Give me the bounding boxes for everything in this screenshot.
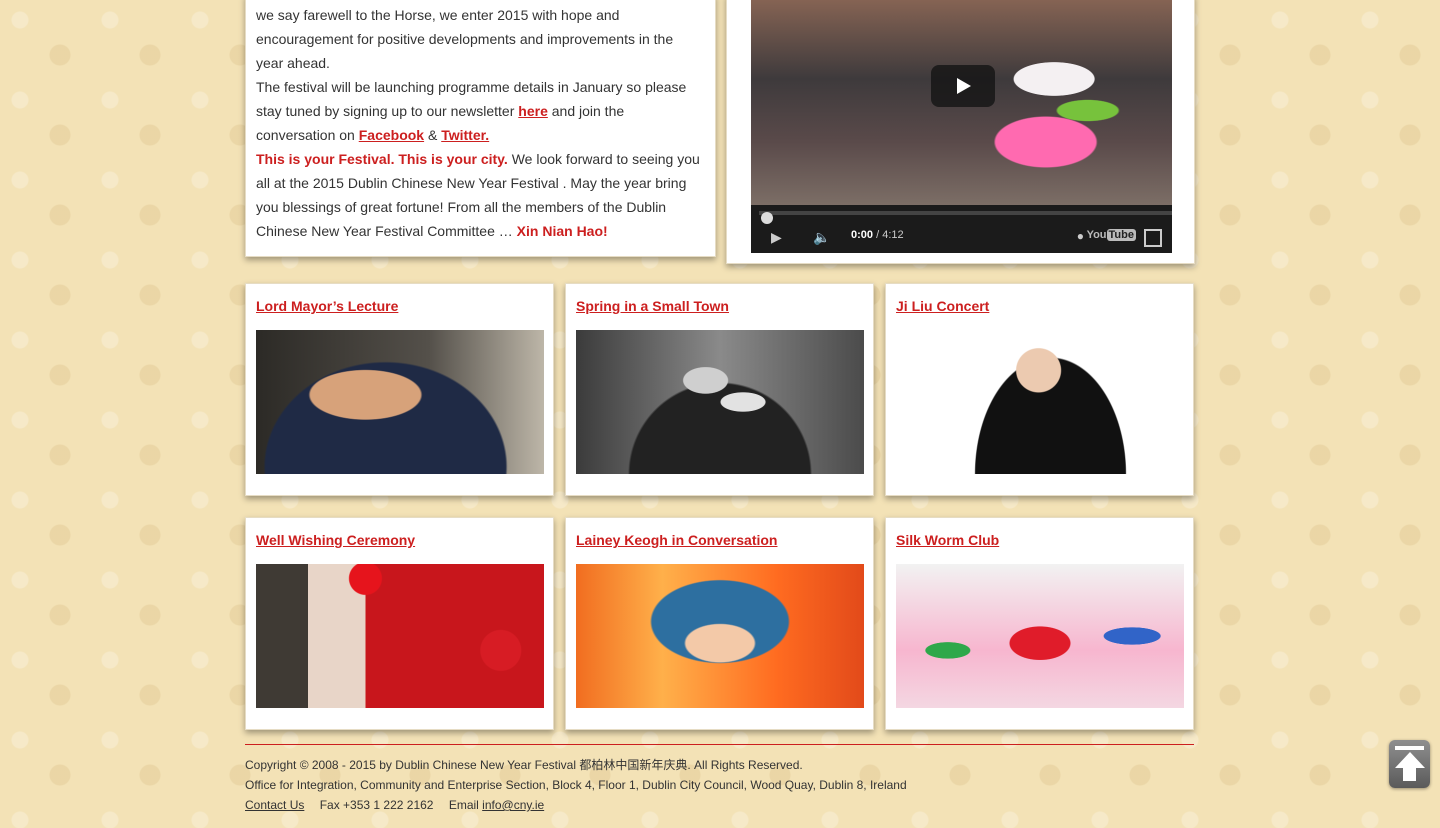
intro-line: conversation on Facebook & Twitter. (256, 123, 706, 147)
current-time: 0:00 (851, 229, 874, 241)
event-image[interactable] (256, 330, 544, 474)
office-address: Office for Integration, Community and En… (245, 778, 907, 792)
fullscreen-icon[interactable] (1144, 229, 1162, 247)
intro-text-segment: We look forward to seeing you (507, 151, 700, 167)
watch-later-icon[interactable]: ● (1077, 229, 1084, 243)
newsletter-link[interactable]: here (518, 103, 548, 119)
festival-highlight: This is your Festival. This is your city… (256, 151, 508, 167)
intro-line: stay tuned by signing up to our newslett… (256, 99, 706, 123)
intro-line: encouragement for positive developments … (256, 31, 674, 47)
event-image[interactable] (896, 330, 1184, 474)
video-panel: ▶ 🔈 0:00 / 4:12 ● You Tube (726, 0, 1195, 264)
youtube-logo[interactable]: You Tube (1087, 229, 1136, 241)
event-image[interactable] (256, 564, 544, 708)
contact-us-link[interactable]: Contact Us (245, 798, 304, 812)
intro-line: Chinese New Year Festival Committee … Xi… (256, 219, 706, 243)
intro-text-segment: & (424, 127, 442, 143)
play-overlay-button[interactable] (931, 65, 995, 107)
intro-text-segment: conversation on (256, 127, 359, 143)
event-title-link[interactable]: Lord Mayor’s Lecture (256, 298, 398, 314)
email-label: Email (448, 798, 479, 812)
event-image[interactable] (576, 330, 864, 474)
event-card-lainey-keogh: Lainey Keogh in Conversation (565, 517, 874, 730)
email-link[interactable]: info@cny.ie (482, 798, 544, 812)
event-image[interactable] (576, 564, 864, 708)
performer-figure (974, 330, 1144, 474)
event-title-link[interactable]: Spring in a Small Town (576, 298, 729, 314)
video-player[interactable]: ▶ 🔈 0:00 / 4:12 ● You Tube (751, 0, 1172, 253)
event-title-link[interactable]: Well Wishing Ceremony (256, 532, 415, 548)
intro-text: we say farewell to the Horse, we enter 2… (256, 3, 706, 243)
youtube-logo-text: You (1086, 229, 1107, 241)
intro-line: you blessings of great fortune! From all… (256, 199, 667, 215)
arrow-up-icon (1403, 767, 1416, 781)
event-card-silk-worm-club: Silk Worm Club (885, 517, 1194, 730)
event-image[interactable] (896, 564, 1184, 708)
scroll-to-top-button[interactable] (1389, 740, 1430, 788)
event-card-lord-mayors-lecture: Lord Mayor’s Lecture (245, 283, 554, 496)
event-title-link[interactable]: Ji Liu Concert (896, 298, 989, 314)
total-time: / 4:12 (873, 229, 904, 241)
contact-line: Contact Us Fax +353 1 222 2162 Email inf… (245, 795, 1194, 815)
intro-line: all at the 2015 Dublin Chinese New Year … (256, 175, 687, 191)
event-card-well-wishing-ceremony: Well Wishing Ceremony (245, 517, 554, 730)
intro-line: year ahead. (256, 55, 330, 71)
intro-line: This is your Festival. This is your city… (256, 147, 706, 171)
event-title-link[interactable]: Silk Worm Club (896, 532, 999, 548)
intro-text-segment: Chinese New Year Festival Committee … (256, 223, 517, 239)
copyright-text: Copyright © 2008 - 2015 by Dublin Chines… (245, 758, 803, 772)
twitter-link[interactable]: Twitter. (441, 127, 489, 143)
event-card-ji-liu-concert: Ji Liu Concert (885, 283, 1194, 496)
video-time: 0:00 / 4:12 (851, 229, 904, 241)
fax-number: Fax +353 1 222 2162 (319, 798, 434, 812)
event-title-link[interactable]: Lainey Keogh in Conversation (576, 532, 777, 548)
intro-text-segment: stay tuned by signing up to our newslett… (256, 103, 519, 119)
volume-icon[interactable]: 🔈 (813, 229, 830, 246)
event-card-spring-in-a-small-town: Spring in a Small Town (565, 283, 874, 496)
intro-text-segment: and join the (547, 103, 625, 119)
intro-panel: we say farewell to the Horse, we enter 2… (245, 0, 716, 257)
facebook-link[interactable]: Facebook (359, 127, 424, 143)
play-icon[interactable]: ▶ (771, 229, 782, 246)
video-progress-bar[interactable] (759, 211, 1172, 224)
footer: Copyright © 2008 - 2015 by Dublin Chines… (245, 744, 1194, 815)
greeting-text: Xin Nian Hao! (516, 223, 608, 239)
video-control-bar: ▶ 🔈 0:00 / 4:12 ● You Tube (751, 205, 1172, 253)
intro-line: we say farewell to the Horse, we enter 2… (256, 7, 620, 23)
youtube-logo-box: Tube (1106, 229, 1136, 241)
progress-handle[interactable] (761, 212, 773, 224)
intro-line: The festival will be launching programme… (256, 79, 687, 95)
